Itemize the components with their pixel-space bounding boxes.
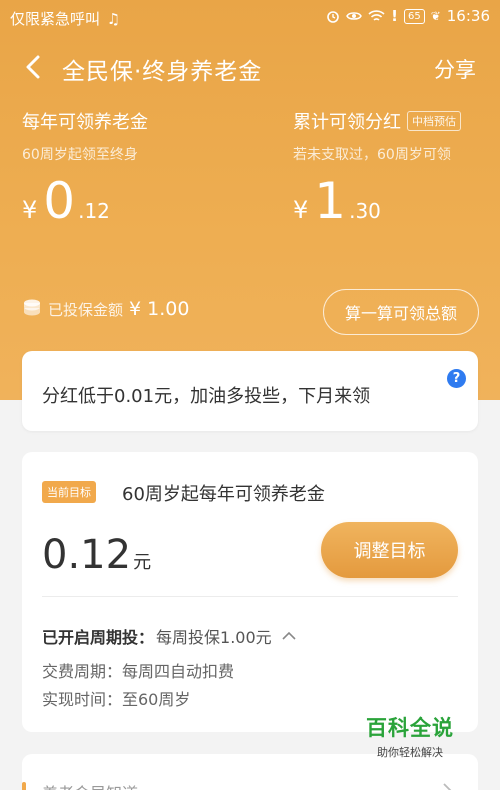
clock: 16:36 — [446, 7, 490, 25]
goal-amount: 0.12 元 — [42, 532, 151, 578]
amount-decimal: .30 — [349, 199, 381, 223]
realization-time-row: 实现时间：至60周岁 — [42, 690, 191, 709]
goal-amount-value: 0.12 — [42, 532, 132, 578]
accent-bar — [22, 782, 26, 790]
chevron-up-icon — [282, 631, 296, 640]
nav-bar: 全民保·终身养老金 分享 — [0, 44, 500, 90]
invested-value: ¥ 1.00 — [129, 298, 190, 320]
music-note-icon: ♫ — [106, 10, 121, 28]
wifi-icon — [368, 9, 385, 21]
current-goal-badge: 当前目标 — [42, 481, 96, 503]
periodic-investment-toggle[interactable]: 已开启周期投： 每周投保1.00元 — [42, 624, 296, 648]
goal-amount-unit: 元 — [133, 552, 152, 573]
pension-info-title: 养老金早知道 — [42, 780, 138, 790]
share-button[interactable]: 分享 — [434, 54, 476, 84]
payment-cycle-row: 交费周期：每周四自动扣费 — [42, 662, 235, 681]
calculate-total-button[interactable]: 算一算可领总额 — [323, 289, 479, 335]
invested-label: 已投保金额 — [48, 300, 124, 319]
periodic-label: 已开启周期投： — [42, 628, 155, 647]
status-bar: 仅限紧急呼叫 ♫ ! 65 ❦ 16:36 — [0, 0, 500, 34]
notice-text: 分红低于0.01元，加油多投些，下月来领 — [42, 386, 371, 407]
watermark-subtitle: 助你轻松解决 — [377, 746, 443, 759]
eye-icon — [346, 12, 362, 20]
periodic-value: 每周投保1.00元 — [156, 628, 272, 647]
currency-symbol: ¥ — [293, 196, 309, 224]
currency-symbol: ¥ — [22, 196, 38, 224]
coin-stack-icon — [24, 299, 40, 316]
annual-pension-label: 每年可领养老金 — [22, 112, 148, 133]
chevron-right-icon — [443, 783, 452, 790]
divider — [42, 596, 458, 597]
battery-indicator: 65 — [403, 8, 425, 24]
dividend-amount: ¥ 1 .30 — [293, 176, 461, 226]
annual-pension-sub: 60周岁起领至终身 — [22, 147, 138, 163]
dividend-block: 累计可领分红 中档预估 若未支取过，60周岁可领 ¥ 1 .30 — [293, 108, 461, 226]
invested-amount: 已投保金额 ¥ 1.00 — [22, 298, 189, 320]
amount-integer: 0 — [43, 172, 76, 230]
help-icon[interactable]: ? — [447, 369, 466, 388]
amount-decimal: .12 — [78, 199, 110, 223]
header-banner: 仅限紧急呼叫 ♫ ! 65 ❦ 16:36 全民保·终身养老金 分享 每年可领养… — [0, 0, 500, 400]
amount-integer: 1 — [314, 172, 347, 230]
annual-pension-amount: ¥ 0 .12 — [22, 176, 148, 226]
dividend-sub: 若未支取过，60周岁可领 — [293, 147, 451, 163]
estimate-tag: 中档预估 — [407, 111, 461, 131]
page-title: 全民保·终身养老金 — [62, 59, 263, 85]
carrier-text: 仅限紧急呼叫 — [10, 10, 101, 28]
watermark-title: 百科全说 — [366, 716, 454, 740]
goal-text: 60周岁起每年可领养老金 — [122, 484, 325, 505]
alarm-icon — [327, 11, 339, 23]
back-arrow-icon[interactable] — [20, 52, 48, 82]
leaf-icon: ❦ — [430, 9, 441, 23]
annual-pension-block: 每年可领养老金 60周岁起领至终身 ¥ 0 .12 — [22, 108, 148, 226]
alert-icon: ! — [391, 7, 398, 25]
dividend-notice: 分红低于0.01元，加油多投些，下月来领 ? — [22, 351, 478, 431]
adjust-goal-button[interactable]: 调整目标 — [321, 522, 458, 578]
goal-card: 当前目标 60周岁起每年可领养老金 0.12 元 调整目标 已开启周期投： 每周投… — [22, 452, 478, 732]
watermark-logo: 百科全说 助你轻松解决 — [352, 712, 468, 764]
dividend-label: 累计可领分红 — [293, 112, 401, 133]
